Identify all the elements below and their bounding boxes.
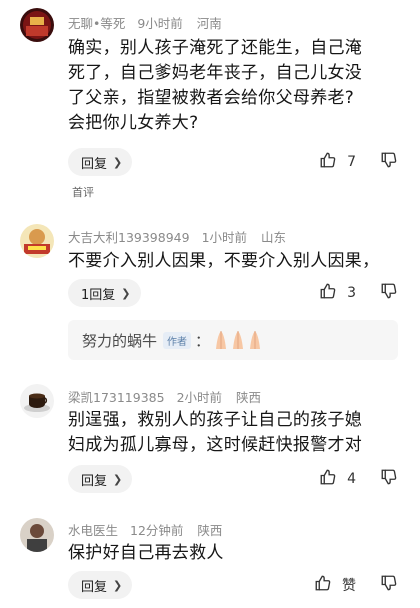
dislike-button[interactable] [380,571,398,599]
dislike-button[interactable] [380,279,398,307]
reply-button[interactable]: 回复 ❯ [68,571,133,599]
dislike-button[interactable] [380,465,398,493]
avatar[interactable] [20,518,54,552]
username[interactable]: 水电医生 [68,523,118,538]
thumbs-down-icon [380,282,398,304]
reply-button[interactable]: 1回复 ❯ [68,279,141,307]
first-comment-badge: 首评 [72,186,94,199]
thumbs-up-icon [314,574,332,596]
comment-text: 别逞强，救别人的孩子让自己的孩子媳 妇成为孤儿寡母，这时候赶快报警才对 [68,410,363,455]
reply-button[interactable]: 回复 ❯ [68,148,133,176]
location: 陕西 [236,390,262,405]
avatar[interactable] [20,8,54,42]
timestamp: 2小时前 [176,390,223,405]
username[interactable]: 大吉大利139398949 [68,230,190,245]
dislike-button[interactable] [380,148,398,176]
like-button[interactable]: 4 [319,465,356,493]
like-count: 3 [347,285,356,301]
timestamp: 12分钟前 [130,523,184,538]
thumbs-down-icon [380,468,398,490]
like-button[interactable]: 3 [319,279,356,307]
like-button[interactable]: 7 [319,148,356,176]
timestamp: 9小时前 [137,16,183,31]
comment-meta: 梁凯173119385 2小时前 陕西 [68,387,269,406]
sub-reply-colon: ： [195,331,211,350]
chevron-right-icon: ❯ [113,155,123,169]
location: 河南 [196,16,222,31]
thumbs-up-icon [319,282,337,304]
avatar[interactable] [20,224,54,258]
reply-button[interactable]: 回复 ❯ [68,465,133,493]
thumbs-up-icon [319,468,337,490]
timestamp: 1小时前 [201,230,248,245]
username[interactable]: 无聊•等死 [68,16,125,31]
chevron-right-icon: ❯ [113,578,123,592]
comment-meta: 水电医生 12分钟前 陕西 [68,520,230,539]
chevron-right-icon: ❯ [113,472,123,486]
like-button[interactable]: 赞 [314,571,356,599]
comment-text: 确实，别人孩子淹死了还能生，自己淹 死了，自己爹妈老年丧子，自己儿女没 了父亲，… [68,38,363,133]
author-badge: 作者 [163,331,192,349]
thumbs-up-icon [319,151,337,173]
thumbs-down-icon [380,151,398,173]
sub-reply-preview[interactable]: 努力的蜗牛 作者 ： [68,320,398,360]
comment-meta: 大吉大利139398949 1小时前 山东 [68,227,294,246]
thumbs-down-icon [380,574,398,596]
location: 陕西 [197,523,223,538]
like-count: 4 [347,471,356,487]
like-count: 7 [347,154,356,170]
username[interactable]: 梁凯173119385 [68,390,165,405]
avatar[interactable] [20,384,54,418]
chevron-right-icon: ❯ [121,286,131,300]
location: 山东 [261,230,287,245]
like-count: 赞 [342,578,356,594]
comment-text: 不要介入别人因果，不要介入别人因果， [68,251,380,271]
pray-hands-emoji-icon [214,330,262,350]
sub-reply-username[interactable]: 努力的蜗牛 [82,330,157,351]
comment-text: 保护好自己再去救人 [68,543,224,563]
comment-meta: 无聊•等死 9小时前 河南 [68,13,230,32]
